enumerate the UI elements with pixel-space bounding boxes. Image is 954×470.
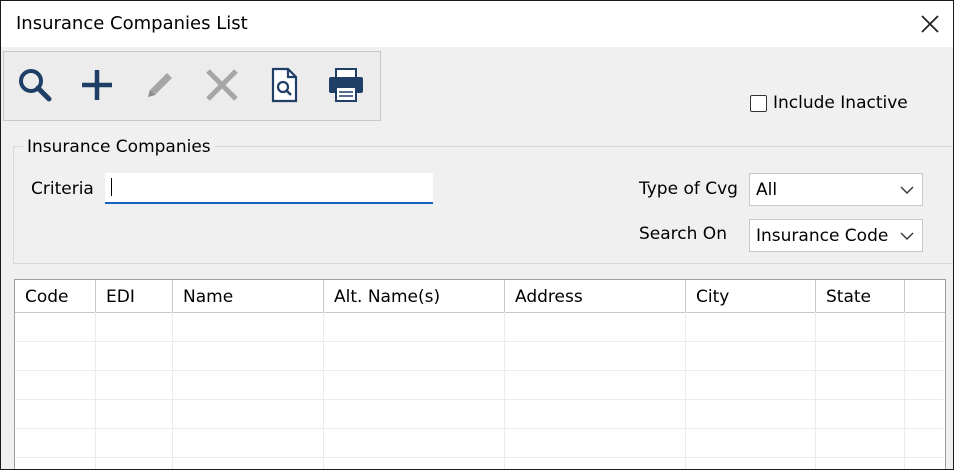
column-header-city[interactable]: City: [686, 280, 816, 312]
grid-row-divider: [15, 428, 943, 429]
criteria-input[interactable]: [105, 173, 433, 204]
chevron-down-icon: [900, 186, 914, 194]
grid-row-divider: [15, 341, 943, 342]
insurance-companies-window: Insurance Companies List Include Inactiv…: [0, 0, 954, 470]
include-inactive-checkbox[interactable]: [750, 94, 767, 112]
column-header-code[interactable]: Code: [15, 280, 96, 312]
include-inactive-label: Include Inactive: [773, 93, 908, 113]
grid-row-divider: [15, 370, 943, 371]
grid-col-divider: [904, 312, 905, 469]
print-button[interactable]: [327, 66, 365, 104]
insurance-companies-group: Insurance Companies Criteria Type of Cvg…: [13, 137, 953, 264]
grid-col-divider: [685, 312, 686, 469]
edit-button[interactable]: [141, 66, 179, 104]
column-header-filler: [905, 280, 945, 312]
insurance-companies-grid[interactable]: Code EDI Name Alt. Name(s) Address City …: [14, 279, 946, 469]
search-icon: [19, 69, 52, 102]
grid-row-divider: [15, 399, 943, 400]
pencil-icon: [148, 73, 172, 97]
criteria-label: Criteria: [31, 179, 94, 199]
column-header-name[interactable]: Name: [173, 280, 324, 312]
chevron-down-icon: [900, 232, 914, 240]
preview-button[interactable]: [265, 66, 303, 104]
preview-document-icon: [271, 67, 298, 103]
window-title: Insurance Companies List: [16, 13, 248, 34]
close-icon: [921, 15, 939, 33]
plus-icon: [82, 70, 112, 100]
search-button[interactable]: [16, 66, 54, 104]
column-header-address[interactable]: Address: [505, 280, 686, 312]
printer-icon: [329, 68, 363, 102]
column-header-edi[interactable]: EDI: [96, 280, 173, 312]
grid-col-divider: [815, 312, 816, 469]
grid-col-divider: [504, 312, 505, 469]
toolbar: [3, 51, 381, 121]
column-header-alt-names[interactable]: Alt. Name(s): [324, 280, 505, 312]
search-on-select[interactable]: Insurance Code: [749, 219, 923, 252]
column-header-state[interactable]: State: [816, 280, 905, 312]
delete-button[interactable]: [203, 66, 241, 104]
group-title: Insurance Companies: [23, 137, 215, 157]
grid-col-divider: [172, 312, 173, 469]
grid-col-divider: [323, 312, 324, 469]
title-bar: Insurance Companies List: [1, 1, 953, 47]
grid-col-divider: [95, 312, 96, 469]
grid-row-divider: [15, 457, 943, 458]
grid-header: Code EDI Name Alt. Name(s) Address City …: [15, 280, 945, 313]
add-button[interactable]: [78, 66, 116, 104]
type-of-cvg-label: Type of Cvg: [639, 179, 738, 199]
text-caret: [111, 178, 112, 196]
close-button[interactable]: [907, 1, 953, 47]
search-on-label: Search On: [639, 224, 727, 244]
x-delete-icon: [206, 69, 238, 101]
include-inactive-option[interactable]: Include Inactive: [750, 93, 908, 113]
type-of-cvg-select[interactable]: All: [749, 173, 923, 206]
